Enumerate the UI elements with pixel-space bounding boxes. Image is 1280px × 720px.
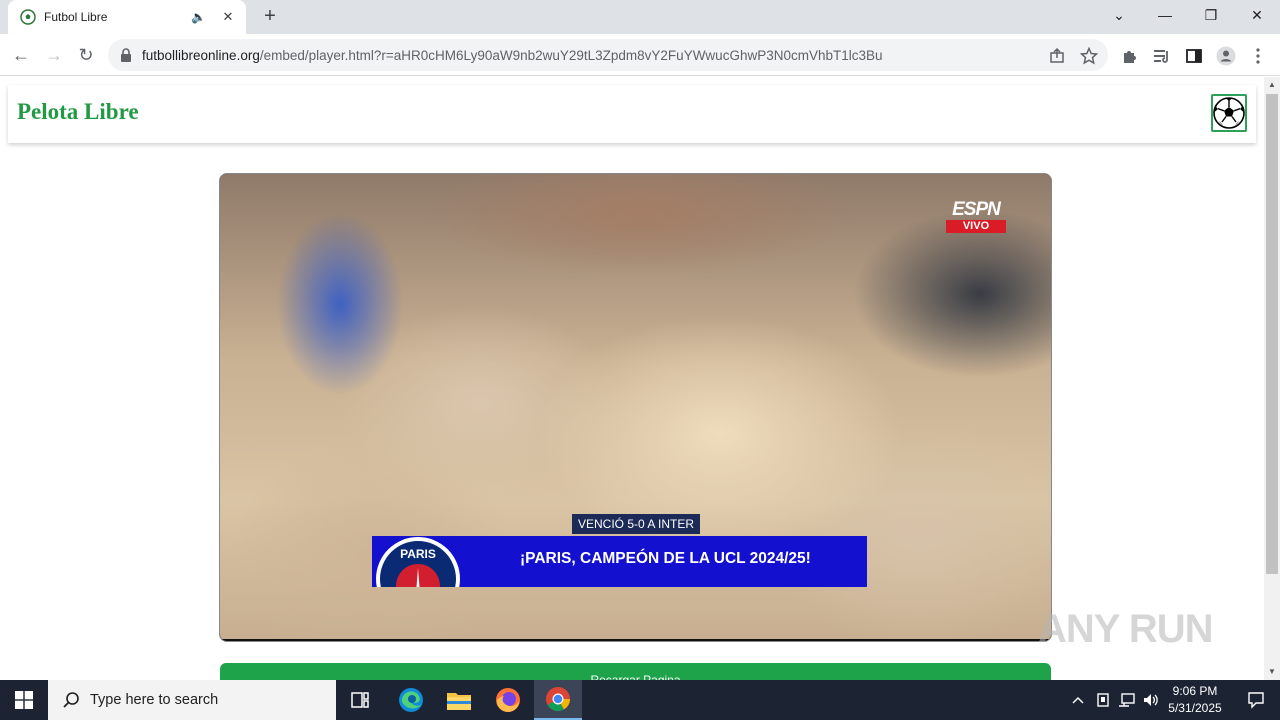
url-path: /embed/player.html?r=aHR0cHM6Ly90aW9nb2w… <box>259 47 883 63</box>
minimize-button[interactable]: — <box>1142 0 1188 30</box>
folder-icon <box>447 693 471 710</box>
lock-icon <box>121 48 131 62</box>
soccer-ball-favicon-icon <box>20 9 36 25</box>
network-icon <box>1119 693 1135 707</box>
taskbar-search[interactable]: Type here to search <box>48 680 336 720</box>
start-button[interactable] <box>0 680 48 720</box>
audio-playing-icon[interactable]: 🔈 <box>191 10 206 24</box>
page-viewport: Pelota Libre ESPN VIVO VENCIÓ 5-0 A INTE… <box>0 77 1264 680</box>
tab-search-button[interactable]: ⌄ <box>1096 0 1142 30</box>
scrollbar-thumb[interactable] <box>1266 94 1278 574</box>
chrome-menu-icon[interactable] <box>1248 46 1268 66</box>
side-panel-icon[interactable] <box>1184 46 1204 66</box>
device-icon <box>1097 693 1109 707</box>
reload-page-button[interactable]: Recargar Pagina <box>220 663 1051 680</box>
watermark-logo: ANY RUN <box>1038 607 1214 652</box>
tab-title: Futbol Libre <box>44 10 108 24</box>
show-hidden-icons[interactable] <box>1068 680 1088 720</box>
speaker-icon <box>1144 694 1158 706</box>
address-bar[interactable]: futbollibreonline.org/embed/player.html?… <box>108 39 1108 71</box>
clock-date: 5/31/2025 <box>1168 701 1222 715</box>
scroll-down-arrow-icon[interactable]: ▼ <box>1268 667 1276 676</box>
browser-tab[interactable]: Futbol Libre 🔈 ✕ <box>8 0 246 34</box>
back-button[interactable]: ← <box>8 42 34 68</box>
browser-toolbar: ← → ↻ futbollibreonline.org/embed/player… <box>0 34 1280 76</box>
network-tray[interactable] <box>1116 680 1138 720</box>
network-logo: ESPN <box>952 199 1001 220</box>
soccer-ball-menu-button[interactable] <box>1211 94 1247 132</box>
action-center-button[interactable] <box>1232 680 1280 720</box>
taskbar-chrome[interactable] <box>534 680 582 720</box>
new-tab-button[interactable]: + <box>259 5 281 27</box>
chevron-up-icon <box>1072 696 1084 704</box>
windows-logo-icon <box>15 691 33 709</box>
page-scrollbar[interactable]: ▲ ▼ <box>1264 77 1280 680</box>
lower-third-subtitle: VENCIÓ 5-0 A INTER <box>572 514 701 534</box>
task-view-icon <box>351 692 369 708</box>
media-control-icon[interactable] <box>1152 46 1172 66</box>
url-host: futbollibreonline.org <box>142 47 260 63</box>
taskbar-firefox[interactable] <box>484 680 532 720</box>
clock-time: 9:06 PM <box>1172 684 1218 698</box>
scroll-up-arrow-icon[interactable]: ▲ <box>1268 80 1276 89</box>
extensions-icon[interactable] <box>1120 46 1140 66</box>
search-icon <box>63 692 79 708</box>
share-icon[interactable] <box>1048 47 1066 65</box>
window-close-button[interactable]: ✕ <box>1234 0 1280 30</box>
restore-button[interactable]: ❐ <box>1188 0 1234 30</box>
reload-button[interactable]: ↻ <box>73 42 99 68</box>
lower-third-banner: PARIS ¡PARIS, CAMPEÓN DE LA UCL 2024/25! <box>372 536 867 587</box>
taskbar-clock[interactable]: 9:06 PM 5/31/2025 <box>1160 683 1230 717</box>
watermark-text: ANY RUN <box>1038 607 1214 651</box>
forward-button[interactable]: → <box>41 42 67 68</box>
tab-close-icon[interactable]: ✕ <box>220 9 236 25</box>
video-player[interactable]: ESPN VIVO VENCIÓ 5-0 A INTER PARIS ¡PARI… <box>219 173 1052 642</box>
search-placeholder: Type here to search <box>90 692 219 708</box>
player-bottom-edge <box>220 639 1051 641</box>
windows-taskbar: Type here to search 9:06 PM 5/31/2025 <box>0 680 1280 720</box>
soccer-ball-icon <box>1213 97 1245 129</box>
chrome-icon <box>546 687 570 712</box>
live-badge: VIVO <box>946 220 1006 233</box>
firefox-icon <box>496 688 520 712</box>
taskbar-edge[interactable] <box>387 680 435 720</box>
tray-app-icon[interactable] <box>1093 680 1113 720</box>
edge-icon <box>399 688 423 712</box>
tab-strip: Futbol Libre 🔈 ✕ + ⌄ — ❐ ✕ <box>0 0 1280 34</box>
site-header: Pelota Libre <box>8 85 1256 143</box>
espn-bug: ESPN VIVO <box>944 199 1008 233</box>
lower-third-headline: ¡PARIS, CAMPEÓN DE LA UCL 2024/25! <box>520 550 811 567</box>
profile-avatar-icon[interactable] <box>1216 46 1236 66</box>
bookmark-star-icon[interactable] <box>1080 47 1098 65</box>
taskbar-file-explorer[interactable] <box>435 680 483 720</box>
url-text: futbollibreonline.org/embed/player.html?… <box>142 48 883 63</box>
task-view-button[interactable] <box>336 680 384 720</box>
site-brand[interactable]: Pelota Libre <box>17 99 139 125</box>
notification-icon <box>1248 692 1264 709</box>
volume-tray[interactable] <box>1140 680 1162 720</box>
psg-crest-icon: PARIS <box>376 537 460 587</box>
crest-text: PARIS <box>400 547 436 561</box>
